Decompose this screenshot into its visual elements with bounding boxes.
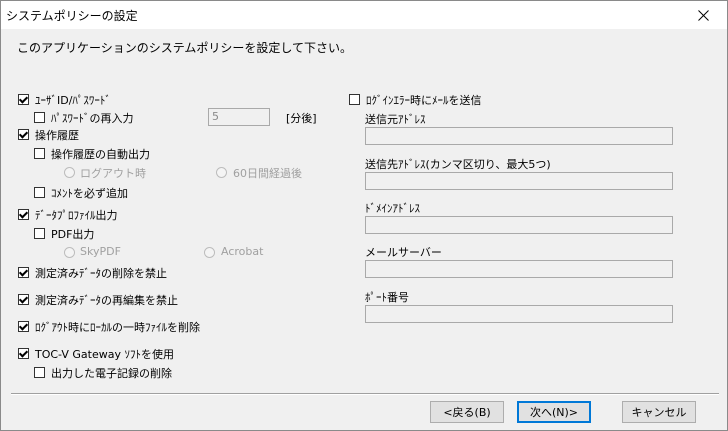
close-icon (697, 9, 709, 21)
mail-server-field[interactable] (365, 260, 673, 278)
radio-logout-label[interactable]: ログアウト時 (80, 165, 146, 181)
prohibit-delete-checkbox[interactable] (18, 267, 29, 278)
radio-acrobat[interactable] (204, 247, 215, 258)
prohibit-reedit-label[interactable]: 測定済みﾃﾞｰﾀの再編集を禁止 (35, 292, 178, 308)
delete-output-records-label[interactable]: 出力した電子記録の削除 (51, 365, 172, 381)
separator-line (11, 393, 719, 395)
login-error-mail-checkbox[interactable] (349, 94, 360, 105)
comment-required-checkbox[interactable] (34, 187, 45, 198)
cancel-button[interactable]: キャンセル (622, 401, 696, 423)
prohibit-reedit-checkbox[interactable] (18, 294, 29, 305)
delete-temp-on-logout-label[interactable]: ﾛｸﾞｱｳﾄ時にﾛｰｶﾙの一時ﾌｧｲﾙを削除 (35, 319, 200, 335)
data-profile-output-label[interactable]: ﾃﾞｰﾀﾌﾟﾛﾌｧｲﾙ出力 (35, 207, 118, 223)
system-policy-dialog: システムポリシーの設定 このアプリケーションのシステムポリシーを設定して下さい。… (0, 0, 728, 431)
use-toc-gateway-checkbox[interactable] (18, 348, 29, 359)
title-bar: システムポリシーの設定 (1, 1, 727, 29)
pdf-output-label[interactable]: PDF出力 (51, 226, 94, 242)
delete-temp-on-logout-checkbox[interactable] (18, 321, 29, 332)
radio-logout[interactable] (64, 167, 75, 178)
sender-address-field[interactable] (365, 127, 673, 145)
recipient-address-label: 送信先ｱﾄﾞﾚｽ(カンマ区切り、最大5つ) (365, 158, 551, 171)
comment-required-label[interactable]: ｺﾒﾝﾄを必ず追加 (51, 185, 128, 201)
close-button[interactable] (679, 1, 727, 29)
recipient-address-field[interactable] (365, 172, 673, 190)
port-number-field[interactable] (365, 305, 673, 323)
login-error-mail-label[interactable]: ﾛｸﾞｲﾝｴﾗｰ時にﾒｰﾙを送信 (366, 92, 482, 108)
back-button[interactable]: <戻る(B) (430, 401, 504, 423)
history-auto-output-label[interactable]: 操作履歴の自動出力 (51, 146, 150, 162)
data-profile-output-checkbox[interactable] (18, 209, 29, 220)
userid-password-checkbox[interactable] (18, 94, 29, 105)
domain-address-label: ﾄﾞﾒｲﾝｱﾄﾞﾚｽ (365, 202, 420, 215)
password-reentry-label[interactable]: ﾊﾟｽﾜｰﾄﾞの再入力 (51, 110, 134, 126)
operation-history-checkbox[interactable] (18, 129, 29, 140)
sender-address-label: 送信元ｱﾄﾞﾚｽ (365, 113, 426, 126)
delete-output-records-checkbox[interactable] (34, 367, 45, 378)
userid-password-label[interactable]: ﾕｰｻﾞID/ﾊﾟｽﾜｰﾄﾞ (35, 92, 111, 108)
radio-acrobat-label[interactable]: Acrobat (221, 245, 263, 258)
mail-server-label: メールサーバー (365, 246, 442, 259)
prohibit-delete-label[interactable]: 測定済みﾃﾞｰﾀの削除を禁止 (35, 265, 167, 281)
radio-60days[interactable] (216, 167, 227, 178)
domain-address-field[interactable] (365, 216, 673, 234)
use-toc-gateway-label[interactable]: TOC-V Gateway ｿﾌﾄを使用 (35, 346, 174, 362)
port-number-label: ﾎﾟｰﾄ番号 (365, 291, 409, 304)
radio-skypdf-label[interactable]: SkyPDF (80, 245, 121, 258)
radio-skypdf[interactable] (64, 247, 75, 258)
password-reentry-unit: [分後] (286, 112, 317, 125)
password-reentry-checkbox[interactable] (34, 112, 45, 123)
history-auto-output-checkbox[interactable] (34, 148, 45, 159)
intro-text: このアプリケーションのシステムポリシーを設定して下さい。 (17, 41, 353, 55)
operation-history-label[interactable]: 操作履歴 (35, 127, 79, 143)
pdf-output-checkbox[interactable] (34, 228, 45, 239)
radio-60days-label[interactable]: 60日間経過後 (233, 165, 302, 181)
next-button[interactable]: 次へ(N)> (517, 401, 591, 423)
password-reentry-minutes-field[interactable]: 5 (208, 108, 270, 126)
window-title: システムポリシーの設定 (6, 9, 138, 23)
